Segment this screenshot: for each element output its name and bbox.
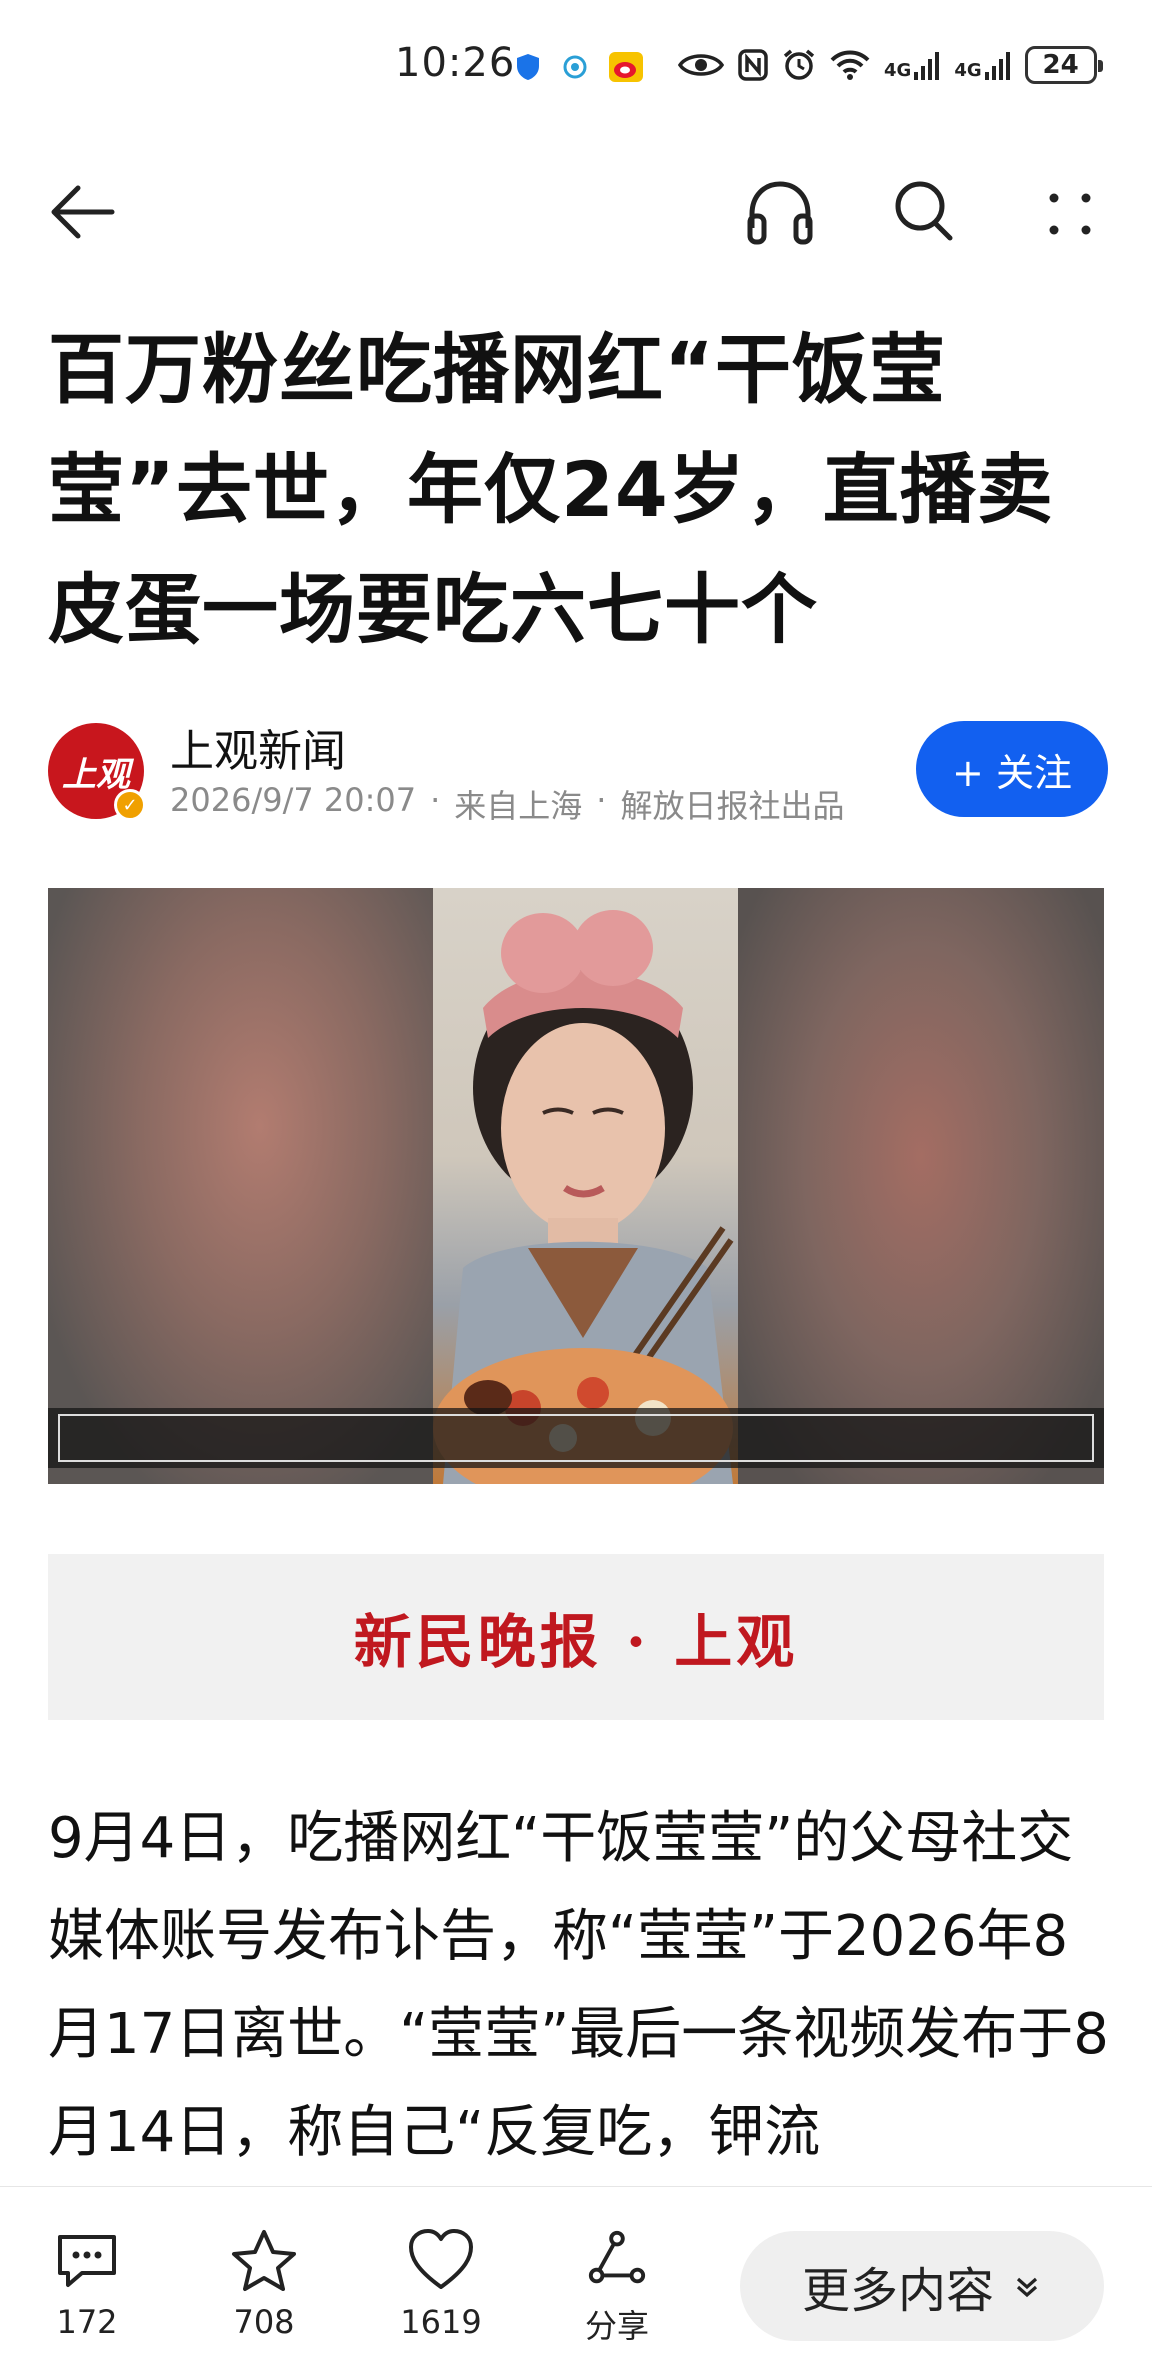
share-button[interactable]: 分享 [557, 2227, 677, 2347]
signal-bars-icon [984, 52, 1010, 80]
status-time: 10:26 [395, 40, 516, 86]
weibo-icon [609, 52, 643, 82]
masthead-banner: 新民晚报 · 上观 [48, 1554, 1104, 1720]
chevron-down-icon [1016, 2277, 1038, 2298]
more-content-button[interactable]: 更多内容 [740, 2231, 1104, 2341]
status-app-icons [515, 52, 643, 82]
person-eating-illustration [433, 910, 734, 1484]
heart-icon [409, 2229, 473, 2289]
caption-box [58, 1414, 1094, 1462]
signal-bars-icon [914, 52, 940, 80]
more-content-label: 更多内容 [801, 2263, 994, 2319]
signal-1: 4G [884, 50, 940, 80]
wifi-icon [830, 50, 870, 80]
signal-2: 4G [954, 50, 1010, 80]
image-blur-right [738, 888, 1104, 1484]
comment-count: 172 [56, 2303, 118, 2341]
network-label-2: 4G [954, 60, 982, 81]
follow-button[interactable]: + 关注 [916, 721, 1108, 817]
like-button[interactable]: 1619 [381, 2227, 501, 2347]
favorite-button[interactable]: 708 [204, 2227, 324, 2347]
video-caption-overlay [48, 1408, 1104, 1468]
shield-icon [517, 54, 539, 80]
share-icon [588, 2230, 646, 2284]
favorite-count: 708 [233, 2303, 295, 2341]
publish-location: 来自上海 [454, 787, 583, 825]
nfc-icon [738, 49, 768, 81]
meta-separator: · [596, 781, 607, 819]
comment-icon [58, 2235, 116, 2287]
avatar-text: 上观 [62, 754, 130, 795]
status-bar: 10:26 4G 4G 24 [0, 0, 1152, 130]
alarm-icon [783, 49, 815, 80]
masthead-text: 新民晚报 · 上观 [353, 1608, 799, 1676]
headphones-icon[interactable] [740, 172, 820, 252]
mobile-app-icon [563, 55, 587, 79]
network-label-1: 4G [884, 60, 912, 81]
article-image[interactable] [48, 888, 1104, 1484]
image-blur-left [48, 888, 433, 1484]
source-meta: 2026/9/7 20:07 · 来自上海 · 解放日报社出品 [170, 781, 844, 827]
comment-button[interactable]: 172 [27, 2227, 147, 2347]
publish-date: 2026/9/7 20:07 [170, 781, 417, 819]
eye-icon [678, 54, 724, 76]
source-row: 上观 ✓ 上观新闻 2026/9/7 20:07 · 来自上海 · 解放日报社出… [48, 715, 1108, 825]
back-arrow-icon[interactable] [48, 170, 118, 250]
meta-separator: · [430, 781, 441, 819]
verified-badge-icon: ✓ [114, 789, 146, 821]
like-count: 1619 [400, 2303, 482, 2341]
more-icon[interactable] [1030, 172, 1110, 252]
battery-indicator: 24 [1024, 46, 1103, 84]
status-right: 4G 4G 24 [678, 46, 1103, 84]
publisher-label: 解放日报社出品 [620, 787, 845, 825]
article-body: 9月4日，吃播网红“干饭莹莹”的父母社交媒体账号发布讣告，称“莹莹”于2026年… [48, 1806, 1109, 2165]
star-icon [232, 2230, 296, 2291]
top-nav [0, 160, 1152, 260]
source-name[interactable]: 上观新闻 [170, 715, 346, 779]
article-title: 百万粉丝吃播网红“干饭莹莹”去世，年仅24岁，直播卖皮蛋一场要吃六七十个 [48, 325, 1054, 654]
share-label: 分享 [584, 2307, 649, 2345]
search-icon[interactable] [886, 172, 966, 252]
bottom-action-bar: 172 708 1619 分享 更多内容 [0, 2186, 1152, 2376]
image-center-photo [433, 888, 738, 1484]
